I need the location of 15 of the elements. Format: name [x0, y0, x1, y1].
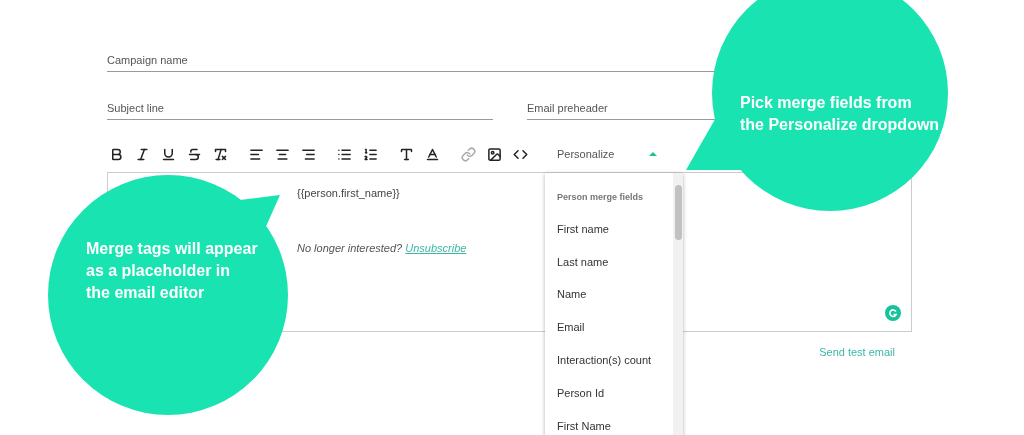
menu-item[interactable]: Person Id — [557, 377, 673, 411]
menu-item[interactable]: Interaction(s) count — [557, 344, 673, 378]
menu-item[interactable]: First name — [557, 212, 673, 246]
grammar-check-icon[interactable] — [885, 305, 901, 321]
callout-tooltip: Pick merge fields from the Personalize dropdown — [712, 0, 948, 211]
unsubscribe-text: No longer interested? Unsubscribe — [297, 240, 468, 256]
menu-item[interactable]: Last name — [557, 245, 673, 279]
merge-tag: {{person.first_name}} — [297, 185, 400, 202]
callout-tooltip: Merge tags will appear as a placeholder in the email editor — [48, 175, 288, 415]
menu-header: Person merge fields — [557, 191, 645, 204]
menu-item[interactable]: First Name — [557, 410, 673, 435]
menu-item[interactable]: Name — [557, 278, 673, 312]
subject-line-field[interactable]: Subject line — [107, 96, 493, 120]
image-icon[interactable] — [485, 145, 503, 163]
personalize-dropdown[interactable]: Personalize — [557, 144, 657, 164]
